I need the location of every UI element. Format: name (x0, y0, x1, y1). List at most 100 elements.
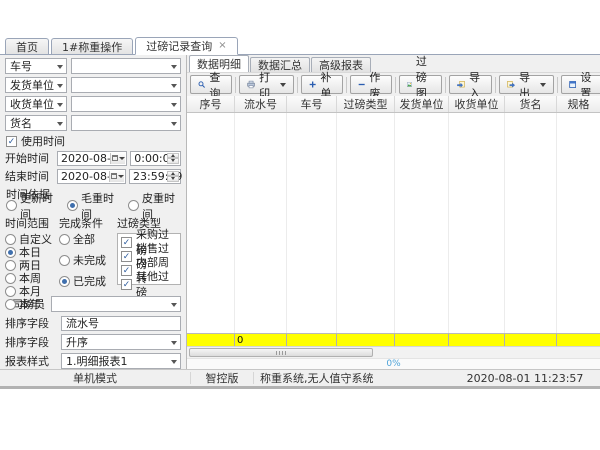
weigher-combo[interactable] (51, 296, 181, 312)
chevron-down-icon (57, 65, 63, 69)
checkbox-checked-icon: ✓ (121, 237, 132, 248)
column-header-index[interactable]: 序号 (187, 96, 235, 112)
toolbar-separator (495, 77, 496, 93)
chevron-down-icon (171, 103, 177, 107)
radio-all[interactable]: 全部 (59, 233, 117, 245)
end-date-input[interactable]: 2020-08-01 (57, 169, 126, 184)
weigher-row: 司磅员 (5, 295, 181, 313)
minus-icon (358, 79, 365, 90)
column-header-serial[interactable]: 流水号 (235, 96, 287, 112)
radio-tare-time[interactable]: 皮重时间 (128, 200, 181, 212)
status-datetime: 2020-08-01 11:23:57 (450, 370, 600, 386)
window-bottom-edge (0, 386, 600, 389)
radio-icon (5, 260, 16, 271)
tab-home[interactable]: 首页 (5, 38, 49, 54)
settings-icon (569, 79, 576, 90)
use-time-checkbox[interactable]: ✓ 使用时间 (6, 134, 181, 148)
calendar-icon[interactable] (110, 153, 125, 164)
supplement-order-button[interactable]: 补单 (301, 75, 343, 94)
field-selector-goods[interactable]: 货名 (5, 115, 67, 131)
end-time-row: 结束时间 2020-08-01 23:59:59 (5, 168, 181, 184)
time-spinner[interactable] (167, 153, 179, 164)
column-header-weigh-type[interactable]: 过磅类型 (337, 96, 395, 112)
toolbar-separator (557, 77, 558, 93)
progress-percent: 0% (386, 359, 400, 369)
start-time-label: 开始时间 (5, 150, 57, 166)
checkbox-checked-icon: ✓ (121, 251, 132, 262)
print-button[interactable]: 打印 (239, 75, 294, 94)
main-area: 车号 发货单位 (0, 55, 600, 369)
radio-icon (5, 299, 16, 310)
summary-row: 0 (187, 333, 600, 346)
scrollbar-grip-icon (276, 351, 286, 355)
checkbox-checked-icon: ✓ (121, 279, 132, 290)
screen: 首页 1#称重操作 过磅记录查询 × 车号 (0, 0, 600, 450)
sort-field-input[interactable]: 流水号 (61, 316, 181, 331)
query-button[interactable]: 查询 (190, 75, 232, 94)
goods-value-combo[interactable] (71, 115, 181, 131)
receiver-value-combo[interactable] (71, 96, 181, 112)
export-icon (507, 79, 515, 90)
field-selector-vehicle-label: 车号 (10, 58, 32, 74)
radio-gross-time[interactable]: 毛重时间 (67, 200, 120, 212)
column-header-spec[interactable]: 规格 (557, 96, 600, 112)
grid-body[interactable] (187, 113, 600, 333)
horizontal-scrollbar[interactable] (187, 346, 600, 358)
column-header-shipper[interactable]: 发货单位 (395, 96, 449, 112)
radio-finished[interactable]: 已完成 (59, 275, 117, 287)
scrollbar-thumb[interactable] (189, 348, 373, 357)
column-header-goods[interactable]: 货名 (505, 96, 557, 112)
start-date-input[interactable]: 2020-08-01 (57, 151, 127, 166)
weigh-photo-button[interactable]: 过磅图片 (399, 75, 442, 94)
tab-home-label: 首页 (16, 39, 38, 55)
column-header-receiver[interactable]: 收货单位 (449, 96, 505, 112)
checkbox-checked-icon: ✓ (6, 136, 17, 147)
chevron-down-icon (171, 122, 177, 126)
settings-button[interactable]: 设置 (561, 75, 600, 94)
field-selector-vehicle[interactable]: 车号 (5, 58, 67, 74)
search-icon (198, 79, 205, 90)
sort-order-combo[interactable]: 升序 (61, 334, 181, 350)
void-button[interactable]: 作废 (350, 75, 392, 94)
close-icon[interactable]: × (218, 41, 226, 51)
checkbox-checked-icon: ✓ (121, 265, 132, 276)
import-icon (457, 79, 465, 90)
end-time-input[interactable]: 23:59:59 (129, 169, 181, 184)
finish-label: 完成条件 (59, 215, 117, 231)
checkbox-other-weigh[interactable]: ✓其他过磅 (121, 278, 177, 290)
field-selector-receiver[interactable]: 收货单位 (5, 96, 67, 112)
shipper-value-combo[interactable] (71, 77, 181, 93)
picture-icon (407, 79, 412, 90)
calendar-icon[interactable] (109, 171, 124, 182)
field-selector-shipper[interactable]: 发货单位 (5, 77, 67, 93)
vehicle-value-combo[interactable] (71, 58, 181, 74)
plus-icon (309, 79, 316, 90)
tab-weigh-operation[interactable]: 1#称重操作 (51, 38, 133, 54)
start-time-input[interactable]: 0:00:00 (130, 151, 181, 166)
chevron-down-icon (57, 84, 63, 88)
tab-weigh-record-query[interactable]: 过磅记录查询 × (135, 37, 237, 55)
data-panel: 数据明细 数据汇总 高级报表 查询 (186, 55, 600, 369)
report-style-combo[interactable]: 1.明细报表1 (61, 353, 181, 369)
filter-row-receiver: 收货单位 (5, 96, 181, 112)
printer-icon (247, 79, 255, 90)
import-button[interactable]: 导入 (449, 75, 492, 94)
toolbar-separator (297, 77, 298, 93)
radio-selected-icon (67, 200, 78, 211)
chevron-down-icon (57, 122, 63, 126)
progress-bar: 0% (187, 358, 600, 369)
summary-count: 0 (235, 334, 287, 346)
start-time-row: 开始时间 2020-08-01 0:00:00 (5, 150, 181, 166)
column-header-vehicle[interactable]: 车号 (287, 96, 337, 112)
toolbar-separator (235, 77, 236, 93)
time-range-label: 时间范围 (5, 215, 59, 231)
radio-update-time[interactable]: 更新时间 (6, 200, 59, 212)
radio-unfinished[interactable]: 未完成 (59, 254, 117, 266)
toolbar-separator (445, 77, 446, 93)
filter-row-vehicle: 车号 (5, 58, 181, 74)
toolbar-separator (346, 77, 347, 93)
status-system-name: 称重系统,无人值守系统 (254, 370, 450, 386)
export-button[interactable]: 导出 (499, 75, 554, 94)
time-spinner[interactable] (167, 171, 179, 182)
record-grid: 序号 流水号 车号 过磅类型 发货单位 收货单位 货名 规格 (187, 96, 600, 369)
